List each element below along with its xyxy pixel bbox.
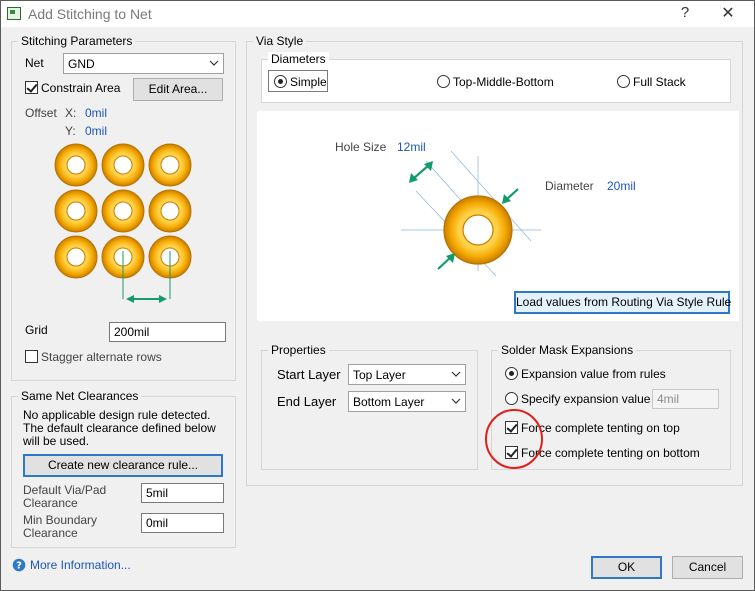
via-grid-illustration: [54, 143, 192, 303]
net-select[interactable]: GND: [63, 53, 224, 74]
offset-x-label: X:: [65, 106, 77, 120]
chevron-down-icon: [451, 398, 461, 404]
properties-label: Properties: [268, 343, 329, 357]
app-icon: [7, 7, 21, 20]
diameter-tmb-label: Top-Middle-Bottom: [453, 75, 554, 89]
specify-expansion-input[interactable]: 4mil: [652, 389, 719, 409]
grid-label: Grid: [25, 323, 48, 337]
grid-spacing-arrow-icon: [126, 295, 167, 303]
via-diagram-illustration: [401, 151, 541, 276]
expansion-from-rules-radio[interactable]: [505, 367, 518, 380]
info-icon: ?: [12, 558, 26, 572]
ok-button[interactable]: OK: [591, 556, 662, 579]
specify-expansion-label: Specify expansion value: [521, 392, 651, 406]
expansion-from-rules-label: Expansion value from rules: [521, 367, 666, 381]
chevron-down-icon: [451, 371, 461, 377]
offset-y-value[interactable]: 0mil: [85, 124, 107, 138]
diameter-simple-radio[interactable]: [274, 75, 287, 88]
default-via-pad-label-1: Default Via/Pad: [23, 483, 107, 497]
start-layer-value: Top Layer: [353, 368, 406, 382]
diameter-arrow-top-icon: [502, 188, 519, 204]
chevron-down-icon: [209, 60, 219, 66]
constrain-area-label: Constrain Area: [41, 81, 121, 95]
stagger-checkbox[interactable]: [25, 350, 38, 363]
via-style-label: Via Style: [253, 34, 307, 48]
start-layer-select[interactable]: Top Layer: [348, 364, 466, 385]
offset-x-value[interactable]: 0mil: [85, 106, 107, 120]
min-boundary-label-2: Clearance: [23, 526, 78, 540]
close-button[interactable]: ✕: [717, 3, 739, 23]
red-highlight-circle: [485, 409, 543, 469]
end-layer-label: End Layer: [277, 394, 337, 409]
offset-label: Offset: [25, 106, 57, 120]
min-boundary-label-1: Min Boundary: [23, 513, 98, 527]
diameter-value[interactable]: 20mil: [607, 179, 636, 193]
title-bar: Add Stitching to Net ? ✕: [1, 1, 754, 27]
constrain-area-checkbox[interactable]: [25, 81, 38, 94]
min-boundary-input[interactable]: 0mil: [141, 513, 224, 533]
via-hole: [462, 214, 494, 246]
hole-size-label: Hole Size: [335, 140, 387, 154]
diameter-label: Diameter: [545, 179, 594, 193]
stagger-label: Stagger alternate rows: [41, 350, 162, 364]
more-information-link[interactable]: More Information...: [30, 558, 131, 572]
add-stitching-dialog: Add Stitching to Net ? ✕ Stitching Param…: [0, 0, 755, 591]
load-routing-via-style-button[interactable]: Load values from Routing Via Style Rule: [514, 291, 731, 314]
net-value: GND: [68, 57, 95, 71]
edit-area-button[interactable]: Edit Area...: [133, 78, 223, 101]
net-label: Net: [25, 56, 44, 70]
specify-expansion-radio[interactable]: [505, 392, 518, 405]
hole-size-arrow-icon: [409, 161, 433, 183]
grid-input[interactable]: 200mil: [109, 322, 226, 342]
default-via-pad-input[interactable]: 5mil: [141, 483, 224, 503]
clearance-message-line-2: The default clearance defined below: [23, 421, 216, 435]
start-layer-label: Start Layer: [277, 367, 341, 382]
cancel-button[interactable]: Cancel: [672, 556, 743, 579]
clearance-message-line-1: No applicable design rule detected.: [23, 408, 211, 422]
create-clearance-rule-button[interactable]: Create new clearance rule...: [23, 454, 223, 477]
default-via-pad-label-2: Clearance: [23, 496, 78, 510]
diameter-tmb-radio[interactable]: [437, 75, 450, 88]
diameter-arrow-bottom-icon: [437, 253, 455, 270]
diameter-simple-label: Simple: [290, 75, 327, 89]
clearance-message-line-3: will be used.: [23, 434, 90, 448]
solder-mask-label: Solder Mask Expansions: [498, 343, 637, 357]
diameters-label: Diameters: [268, 52, 329, 66]
window-title: Add Stitching to Net: [28, 6, 152, 22]
diameter-full-stack-label: Full Stack: [633, 75, 686, 89]
end-layer-value: Bottom Layer: [353, 395, 425, 409]
svg-text:?: ?: [16, 561, 22, 572]
end-layer-select[interactable]: Bottom Layer: [348, 391, 466, 412]
help-button[interactable]: ?: [677, 4, 693, 21]
offset-y-label: Y:: [65, 124, 76, 138]
diameter-full-stack-radio[interactable]: [617, 75, 630, 88]
same-net-clearances-label: Same Net Clearances: [18, 389, 142, 403]
stitching-parameters-label: Stitching Parameters: [18, 34, 136, 48]
